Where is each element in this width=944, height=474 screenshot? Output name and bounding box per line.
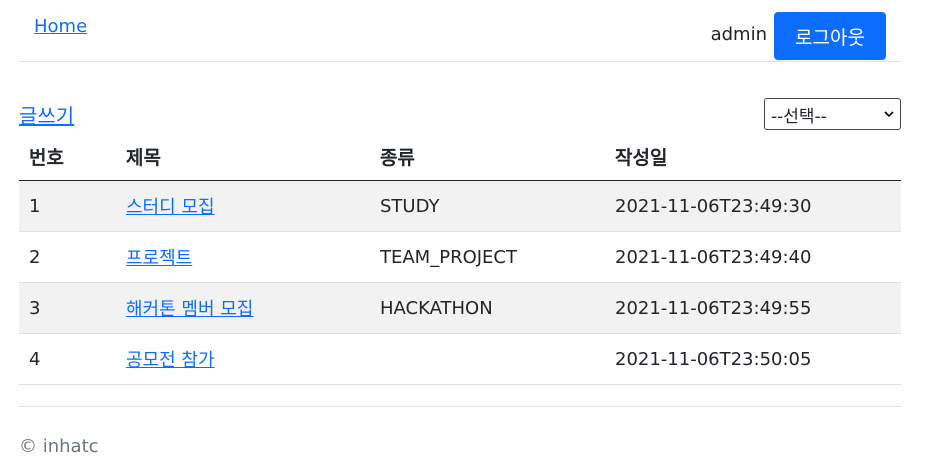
table-row: 3 해커톤 멤버 모집 HACKATHON 2021-11-06T23:49:5… [19,282,901,334]
post-title-link[interactable]: 공모전 참가 [126,350,215,371]
row-date: 2021-11-06T23:49:30 [605,180,901,232]
top-nav: Home admin 로그아웃 [19,0,901,62]
row-date: 2021-11-06T23:50:05 [605,333,901,385]
column-header-number: 번호 [19,132,116,181]
column-header-type: 종류 [370,132,605,181]
footer-copyright: © inhatc [19,436,99,457]
table-row: 4 공모전 참가 2021-11-06T23:50:05 [19,333,901,385]
row-date: 2021-11-06T23:49:40 [605,231,901,283]
post-title-link[interactable]: 프로젝트 [126,248,192,269]
row-type: STUDY [370,180,605,232]
row-title-cell: 프로젝트 [116,231,370,283]
logout-button[interactable]: 로그아웃 [774,12,886,60]
post-table: 번호 제목 종류 작성일 1 스터디 모집 STUDY 2021-11-06T2… [19,132,901,385]
row-title-cell: 해커톤 멤버 모집 [116,282,370,334]
category-select-value: --선택-- [771,106,827,127]
row-number: 2 [19,231,116,283]
row-number: 4 [19,333,116,385]
row-number: 1 [19,180,116,232]
column-header-date: 작성일 [605,132,901,181]
user-name: admin [710,24,767,45]
row-title-cell: 스터디 모집 [116,180,370,232]
home-link[interactable]: Home [34,16,87,37]
row-number: 3 [19,282,116,334]
column-header-title: 제목 [116,132,370,181]
footer-divider [19,406,901,407]
row-title-cell: 공모전 참가 [116,333,370,385]
table-row: 2 프로젝트 TEAM_PROJECT 2021-11-06T23:49:40 [19,231,901,283]
table-row: 1 스터디 모집 STUDY 2021-11-06T23:49:30 [19,180,901,232]
post-title-link[interactable]: 스터디 모집 [126,197,215,218]
row-type: HACKATHON [370,282,605,334]
row-type [370,333,605,385]
row-type: TEAM_PROJECT [370,231,605,283]
category-select[interactable]: --선택-- [764,98,901,130]
chevron-down-icon [884,111,894,118]
write-post-link[interactable]: 글쓰기 [19,100,74,129]
board-page: Home admin 로그아웃 글쓰기 --선택-- 번호 제목 종류 작성일 … [0,0,944,474]
row-date: 2021-11-06T23:49:55 [605,282,901,334]
table-header-row: 번호 제목 종류 작성일 [19,132,901,181]
post-title-link[interactable]: 해커톤 멤버 모집 [126,299,253,320]
